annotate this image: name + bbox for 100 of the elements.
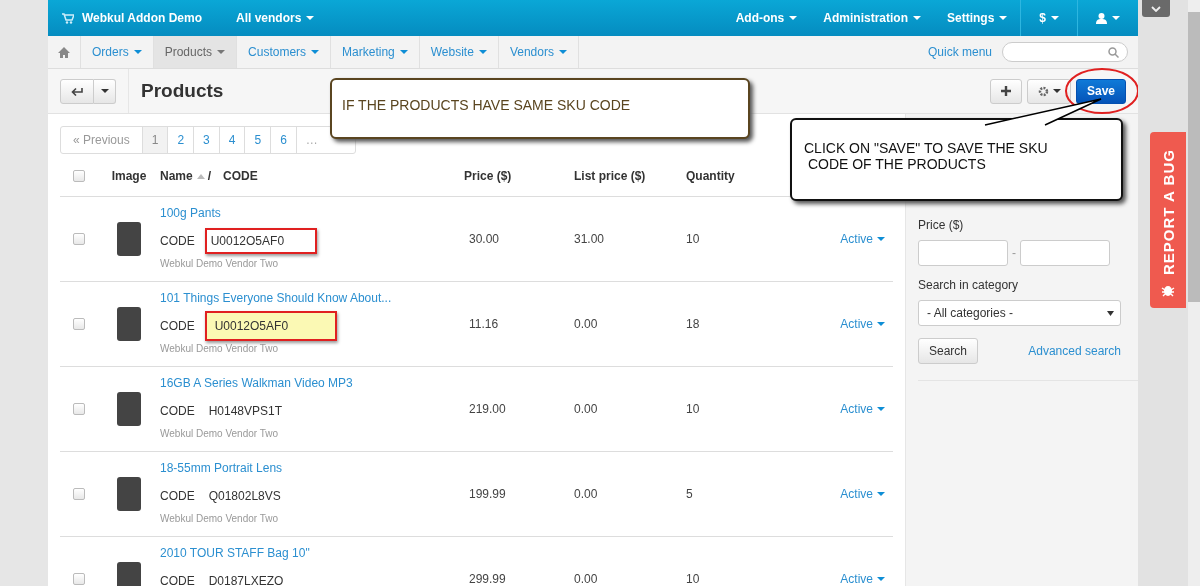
- row-checkbox[interactable]: [73, 488, 85, 500]
- quantity-cell-text: 10: [686, 402, 701, 416]
- price-max-field[interactable]: [1020, 240, 1110, 266]
- list-price-cell-text: 0.00: [574, 402, 599, 416]
- nav-tab[interactable]: Website: [419, 36, 499, 68]
- photo-placeholder: [117, 477, 141, 511]
- column-header: Image: [110, 169, 148, 183]
- select-all-checkbox[interactable]: [73, 170, 85, 182]
- vendor-name: Webkul Demo Vendor Two: [160, 428, 279, 439]
- price-cell-text: 199.99: [468, 487, 507, 501]
- price-cell-text: 30.00: [468, 232, 501, 246]
- code-label: CODE: [160, 234, 195, 248]
- range-dash: -: [1012, 246, 1016, 260]
- product-name-link[interactable]: 18-55mm Portrait Lens: [160, 461, 283, 475]
- column-header[interactable]: Quantity: [686, 169, 786, 183]
- nav-tab[interactable]: Products: [153, 36, 238, 68]
- price-min-field[interactable]: [918, 240, 1008, 266]
- price-cell-text: 11.16: [468, 317, 500, 331]
- photo-placeholder: [117, 222, 141, 256]
- top-menu[interactable]: Add-ons: [722, 0, 811, 36]
- category-select[interactable]: - All categories -: [918, 300, 1121, 326]
- chevron-down-icon: [1151, 5, 1161, 12]
- column-header[interactable]: Name: [160, 169, 193, 183]
- dropdown-icon: [1107, 310, 1114, 316]
- column-header[interactable]: Price ($): [464, 169, 574, 183]
- store-name[interactable]: Webkul Addon Demo: [82, 11, 202, 25]
- nav-tab[interactable]: Orders: [81, 36, 154, 68]
- vendor-name: Webkul Demo Vendor Two: [160, 513, 279, 524]
- back-dropdown[interactable]: [94, 78, 116, 104]
- page-button[interactable]: 3: [194, 127, 220, 153]
- price-label: Price ($): [918, 218, 965, 232]
- search-button[interactable]: Search: [918, 338, 979, 364]
- user-icon: [1096, 12, 1107, 24]
- page-button[interactable]: 2: [168, 127, 195, 153]
- sort-icon[interactable]: [196, 173, 205, 179]
- column-divider-text: /: [207, 169, 212, 183]
- list-price-cell-text: 0.00: [574, 572, 599, 586]
- row-checkbox[interactable]: [73, 573, 85, 585]
- product-name-link[interactable]: 2010 TOUR STAFF Bag 10": [160, 546, 310, 560]
- list-price-cell-text: 0.00: [574, 487, 599, 501]
- back-button[interactable]: [60, 78, 94, 104]
- page-button[interactable]: 5: [245, 127, 272, 153]
- back-arrow-icon: [71, 86, 83, 96]
- search-field[interactable]: [1002, 42, 1128, 62]
- product-code: D0187LXEZO: [207, 573, 285, 586]
- nav-tab[interactable]: Vendors: [498, 36, 579, 68]
- vendor-menu[interactable]: All vendors: [223, 0, 328, 36]
- settings-icon: [1037, 85, 1049, 97]
- code-label: CODE: [160, 319, 195, 333]
- product-name-link[interactable]: 100g Pants: [160, 206, 221, 220]
- product-name-link[interactable]: 101 Things Everyone Should Know About...: [160, 291, 392, 305]
- home-icon: [58, 46, 70, 58]
- collapse-button[interactable]: [1142, 0, 1170, 17]
- advanced-search-link[interactable]: Advanced search: [1028, 344, 1121, 358]
- code-label: CODE: [160, 574, 195, 586]
- row-checkbox[interactable]: [73, 318, 85, 330]
- product-name-link[interactable]: 16GB A Series Walkman Video MP3: [160, 376, 353, 390]
- status-dropdown[interactable]: Active: [786, 232, 893, 246]
- vendor-name: Webkul Demo Vendor Two: [160, 258, 279, 269]
- page-button[interactable]: 6: [271, 127, 297, 153]
- code-label: CODE: [160, 489, 195, 503]
- product-code: U0012O5AF0: [204, 228, 317, 254]
- photo-placeholder: [117, 562, 141, 586]
- previous-page-button[interactable]: « Previous: [61, 127, 143, 153]
- photo-placeholder: [117, 392, 141, 426]
- product-code: Q01802L8VS: [207, 488, 282, 505]
- vendor-name: Webkul Demo Vendor Two: [160, 343, 279, 354]
- bug-icon: [1161, 283, 1175, 297]
- search-icon: [1108, 46, 1119, 58]
- plus-icon: [1001, 86, 1011, 96]
- annotation-callout: IF THE PRODUCTS HAVE SAME SKU CODE: [330, 78, 750, 139]
- page-title: Products: [128, 69, 224, 113]
- column-header[interactable]: List price ($): [574, 169, 686, 183]
- row-checkbox[interactable]: [73, 403, 85, 415]
- scrollbar[interactable]: [1188, 0, 1200, 586]
- nav-tab[interactable]: Customers: [237, 36, 332, 68]
- page-button[interactable]: 1: [142, 127, 169, 153]
- top-menu[interactable]: Administration: [810, 0, 934, 36]
- quantity-cell-text: 18: [686, 317, 701, 331]
- product-code: U0012O5AF0: [204, 311, 337, 341]
- code-label: CODE: [160, 404, 195, 418]
- quick-menu-link[interactable]: Quick menu: [927, 45, 992, 59]
- product-code: H0148VPS1T: [207, 403, 284, 420]
- quantity-cell-text: 10: [686, 232, 701, 246]
- cart-icon: [62, 12, 74, 24]
- price-cell-text: 219.00: [468, 402, 507, 416]
- status-dropdown[interactable]: Active: [786, 572, 893, 586]
- status-dropdown[interactable]: Active: [786, 402, 893, 416]
- top-menu[interactable]: Settings: [933, 0, 1021, 36]
- category-label: Search in category: [918, 278, 1020, 292]
- page-button[interactable]: 4: [219, 127, 246, 153]
- status-dropdown[interactable]: Active: [786, 487, 893, 501]
- price-cell-text: 299.99: [468, 572, 507, 586]
- list-price-cell-text: 0.00: [574, 317, 599, 331]
- nav-tab[interactable]: Marketing: [331, 36, 420, 68]
- column-header[interactable]: CODE: [223, 169, 258, 183]
- status-dropdown[interactable]: Active: [786, 317, 893, 331]
- quantity-cell-text: 5: [686, 487, 694, 501]
- report-bug-tab[interactable]: REPORT A BUG: [1150, 132, 1186, 308]
- row-checkbox[interactable]: [73, 233, 85, 245]
